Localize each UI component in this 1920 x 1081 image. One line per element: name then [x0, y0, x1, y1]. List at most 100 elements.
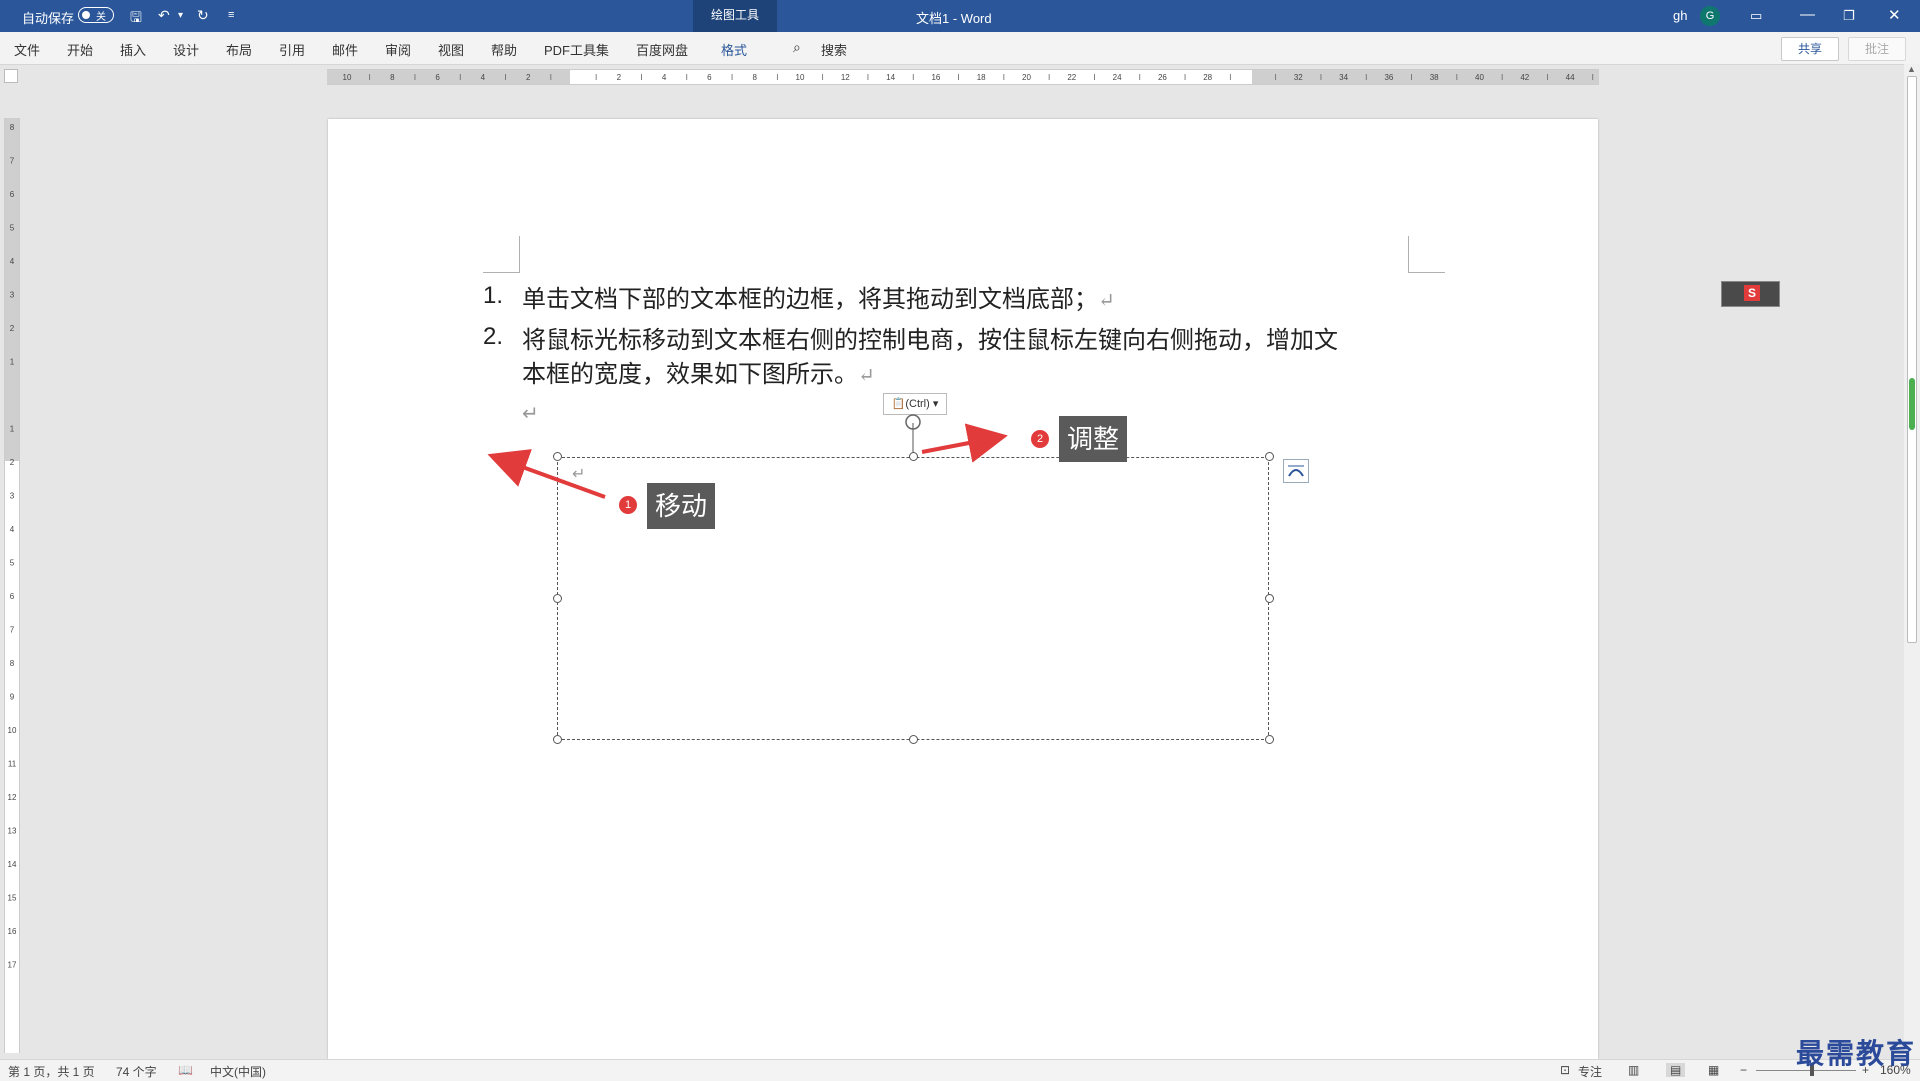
resize-handle-top-left[interactable]: [553, 452, 562, 461]
tab-file[interactable]: 文件: [14, 40, 40, 59]
tab-home[interactable]: 开始: [67, 40, 93, 59]
tab-baidu-netdisk[interactable]: 百度网盘: [636, 40, 688, 59]
ruler-label: 2: [617, 73, 622, 82]
list-item-2-line1: 将鼠标光标移动到文本框右侧的控制电商，按住鼠标左键向右侧拖动，增加文: [522, 326, 1338, 354]
ruler-label: 18: [977, 73, 986, 82]
tab-view[interactable]: 视图: [438, 40, 464, 59]
word-count[interactable]: 74 个字: [116, 1063, 157, 1080]
ruler-label: 3: [10, 492, 15, 501]
web-layout-icon[interactable]: ▦: [1708, 1063, 1719, 1077]
paste-options-button[interactable]: 📋(Ctrl) ▾: [883, 393, 947, 415]
tab-references[interactable]: 引用: [279, 40, 305, 59]
ruler-label: 1: [10, 425, 15, 434]
close-icon[interactable]: ✕: [1888, 6, 1901, 24]
language-indicator[interactable]: 中文(中国): [210, 1063, 266, 1080]
ruler-label: 1: [10, 358, 15, 367]
save-icon[interactable]: 🖫: [130, 7, 142, 31]
ruler-label: 24: [1113, 73, 1122, 82]
ime-toolbar[interactable]: S: [1721, 281, 1780, 307]
tab-help[interactable]: 帮助: [491, 40, 517, 59]
zoom-out-button[interactable]: −: [1740, 1063, 1747, 1077]
resize-handle-top-right[interactable]: [1265, 452, 1274, 461]
vruler-ticks: 876543211234567891011121314151617: [8, 123, 17, 970]
textbox-paragraph-mark: ↵: [572, 466, 586, 483]
autosave-toggle[interactable]: 关: [78, 7, 114, 23]
callout-move: 移动: [647, 483, 716, 529]
callout-adjust: 调整: [1059, 416, 1128, 462]
tab-insert[interactable]: 插入: [120, 40, 146, 59]
crop-mark-top-left: [483, 236, 520, 273]
resize-handle-top[interactable]: [909, 452, 918, 461]
ruler-label: 15: [8, 894, 17, 903]
search-icon[interactable]: ⌕: [793, 39, 801, 56]
tab-design[interactable]: 设计: [173, 40, 199, 59]
ruler-label: 5: [10, 224, 15, 233]
ruler-label: 14: [886, 73, 895, 82]
tab-pdf-tools[interactable]: PDF工具集: [544, 40, 609, 59]
tab-selector[interactable]: [4, 69, 18, 83]
comments-button[interactable]: 批注: [1848, 37, 1906, 61]
ruler-label: 44: [1566, 73, 1575, 82]
ruler-label: 4: [662, 73, 667, 82]
ruler-label: 7: [10, 626, 15, 635]
vertical-ruler[interactable]: 8 7 6 5 4 3 2 1 1 2 3 4 5 6 7 8 9 10 11 12 13 14 15 16 17: [4, 118, 20, 1053]
user-name[interactable]: gh: [1673, 8, 1687, 23]
customize-toolbar-icon[interactable]: ≡: [228, 9, 234, 21]
paragraph-mark: ↵: [1098, 288, 1115, 312]
autosave-state: 关: [96, 12, 106, 23]
proofing-icon[interactable]: 📖: [178, 1063, 193, 1077]
ruler-label: 4: [481, 73, 486, 82]
share-label: 共享: [1797, 42, 1822, 56]
redo-icon[interactable]: ↻: [197, 7, 209, 24]
tab-mailings[interactable]: 邮件: [332, 40, 358, 59]
resize-handle-right[interactable]: [1265, 594, 1274, 603]
horizontal-ruler[interactable]: 10 8 6 4 2 2 4 6 8 10 12 14 16 18 20 22 24 26 28 32 34 36 38 40…: [327, 69, 1599, 85]
vertical-scrollbar[interactable]: ▲: [1904, 64, 1920, 1059]
ruler-label: 3: [10, 291, 15, 300]
list-item-2[interactable]: 将鼠标光标移动到文本框右侧的控制电商，按住鼠标左键向右侧拖动，增加文 本框的宽度…: [522, 323, 1402, 392]
undo-dropdown-icon[interactable]: ▾: [178, 10, 183, 21]
drawing-tools-context-tab: 绘图工具: [693, 0, 777, 32]
ruler-label: 4: [10, 525, 15, 534]
scroll-up-icon[interactable]: ▲: [1907, 64, 1916, 74]
restore-icon[interactable]: ❐: [1843, 8, 1855, 24]
print-layout-icon[interactable]: ▤: [1666, 1063, 1686, 1077]
list-item-2-line2: 本框的宽度，效果如下图所示。: [522, 360, 858, 388]
search-label[interactable]: 搜索: [821, 40, 847, 59]
ruler-label: 12: [8, 793, 17, 802]
focus-icon[interactable]: ⊡: [1560, 1063, 1570, 1077]
ribbon-display-options-icon[interactable]: ▭: [1750, 8, 1762, 24]
resize-handle-bottom[interactable]: [909, 735, 918, 744]
tab-layout[interactable]: 布局: [226, 40, 252, 59]
ruler-label: 6: [10, 592, 15, 601]
status-bar: 第 1 页，共 1 页 74 个字 📖 中文(中国) ⊡ 专注 ▥ ▤ ▦ − …: [0, 1059, 1920, 1081]
sogou-ime-icon: S: [1744, 285, 1760, 301]
minimize-icon[interactable]: —: [1800, 6, 1815, 23]
ruler-label: 26: [1158, 73, 1167, 82]
layout-options-button[interactable]: [1283, 459, 1309, 483]
empty-paragraph-mark: ↵: [522, 403, 539, 425]
scrollbar-thumb[interactable]: [1907, 76, 1917, 643]
read-mode-icon[interactable]: ▥: [1628, 1063, 1639, 1077]
ruler-label: 16: [8, 927, 17, 936]
resize-handle-bottom-right[interactable]: [1265, 735, 1274, 744]
avatar[interactable]: G: [1700, 6, 1720, 26]
resize-handle-left[interactable]: [553, 594, 562, 603]
ruler-label: 8: [390, 73, 395, 82]
ruler-label: 34: [1339, 73, 1348, 82]
scroll-position-marker: [1909, 378, 1915, 430]
ruler-label: 10: [8, 726, 17, 735]
list-item-1[interactable]: 单击文档下部的文本框的边框，将其拖动到文档底部；↵: [522, 282, 1115, 317]
undo-icon[interactable]: ↶: [158, 7, 170, 24]
comments-label: 批注: [1864, 42, 1889, 56]
list-number-2: 2.: [483, 323, 504, 350]
focus-mode-label[interactable]: 专注: [1578, 1063, 1602, 1080]
tab-review[interactable]: 审阅: [385, 40, 411, 59]
crop-mark-top-right: [1408, 236, 1445, 273]
resize-handle-bottom-left[interactable]: [553, 735, 562, 744]
share-button[interactable]: 共享: [1781, 37, 1839, 61]
ruler-label: 10: [343, 73, 352, 82]
page-count[interactable]: 第 1 页，共 1 页: [8, 1063, 95, 1080]
tab-format[interactable]: 格式: [721, 40, 747, 59]
ruler-label: 8: [10, 659, 15, 668]
